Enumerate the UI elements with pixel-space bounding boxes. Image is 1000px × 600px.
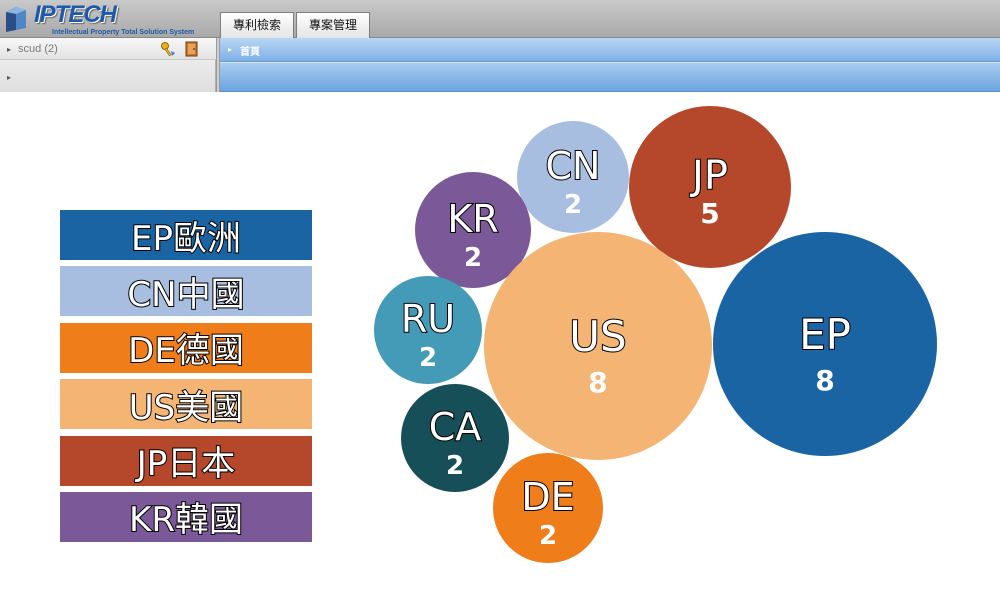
user-info: scud (2) — [18, 43, 58, 55]
legend-item: DE德國 — [60, 322, 312, 373]
bubble-us: US 8 — [484, 232, 712, 460]
bubble-chart: CN2JP5KR2RU2 US8EP8CA2DE2 — [374, 106, 937, 563]
bubble-label: DE — [521, 475, 574, 519]
legend-item: US美國 — [60, 379, 312, 430]
expand-arrow-icon[interactable]: ▸ — [7, 45, 11, 55]
user-count: (2) — [44, 43, 58, 55]
home-tab-bar: ▸ 首頁 — [220, 38, 1000, 62]
key-icon[interactable] — [160, 41, 176, 57]
bubble-label: CA — [429, 405, 482, 449]
country-legend: EP歐洲 CN中國 DE德國 US美國 JP日本 KR韓國 — [60, 210, 312, 548]
legend-item: EP歐洲 — [60, 210, 312, 260]
tab-patent-search[interactable]: 專利檢索 — [220, 12, 295, 38]
logout-door-icon[interactable] — [184, 41, 200, 57]
bubble-label: CN — [546, 144, 601, 188]
bubble-value: 2 — [419, 343, 437, 373]
logo: IPTECH Intellectual Property Total Solut… — [2, 2, 217, 36]
expand-arrow-icon[interactable]: ▸ — [7, 73, 11, 83]
bubble-label: EP — [799, 310, 851, 359]
left-panel: ▸ scud (2) ▸ — [0, 38, 216, 92]
bubble-value: 8 — [588, 366, 607, 399]
bubble-label: KR — [447, 197, 498, 241]
bubble-value: 2 — [539, 521, 557, 551]
bubble-ru: RU2 — [374, 276, 482, 384]
bubble-value: 2 — [446, 451, 464, 481]
bubble-cn: CN2 — [517, 121, 629, 233]
legend-item: JP日本 — [60, 435, 312, 486]
bubble-ep: EP 8 — [713, 232, 937, 456]
bubble-ca: CA2 — [401, 384, 509, 492]
bubble-value: 8 — [815, 364, 834, 397]
user-name: scud — [18, 43, 42, 55]
logo-tagline: Intellectual Property Total Solution Sys… — [52, 29, 195, 36]
tab-project-management[interactable]: 專案管理 — [296, 12, 371, 38]
top-bar: IPTECH Intellectual Property Total Solut… — [0, 0, 1000, 38]
logo-mark-icon — [6, 7, 26, 32]
logo-text: IPTECH — [34, 1, 117, 28]
user-row: ▸ scud (2) — [0, 38, 216, 60]
bubble-label: JP — [689, 153, 728, 199]
right-panel: ▸ 首頁 — [220, 38, 1000, 92]
bubble-label: RU — [401, 297, 455, 341]
content-toolbar — [220, 63, 1000, 92]
main-tabs: 專利檢索 專案管理 — [220, 12, 371, 38]
bubble-de: DE2 — [493, 453, 603, 563]
legend-item: KR韓國 — [60, 491, 312, 542]
bubble-value: 2 — [464, 243, 482, 273]
expand-arrow-icon[interactable]: ▸ — [228, 45, 232, 55]
bubble-label: US — [569, 312, 626, 361]
bubble-value: 5 — [700, 197, 719, 230]
bubble-value: 2 — [564, 190, 582, 220]
legend-item: CN中國 — [60, 266, 312, 317]
home-tab[interactable]: 首頁 — [240, 43, 260, 58]
bubble-jp: JP5 — [629, 106, 791, 268]
